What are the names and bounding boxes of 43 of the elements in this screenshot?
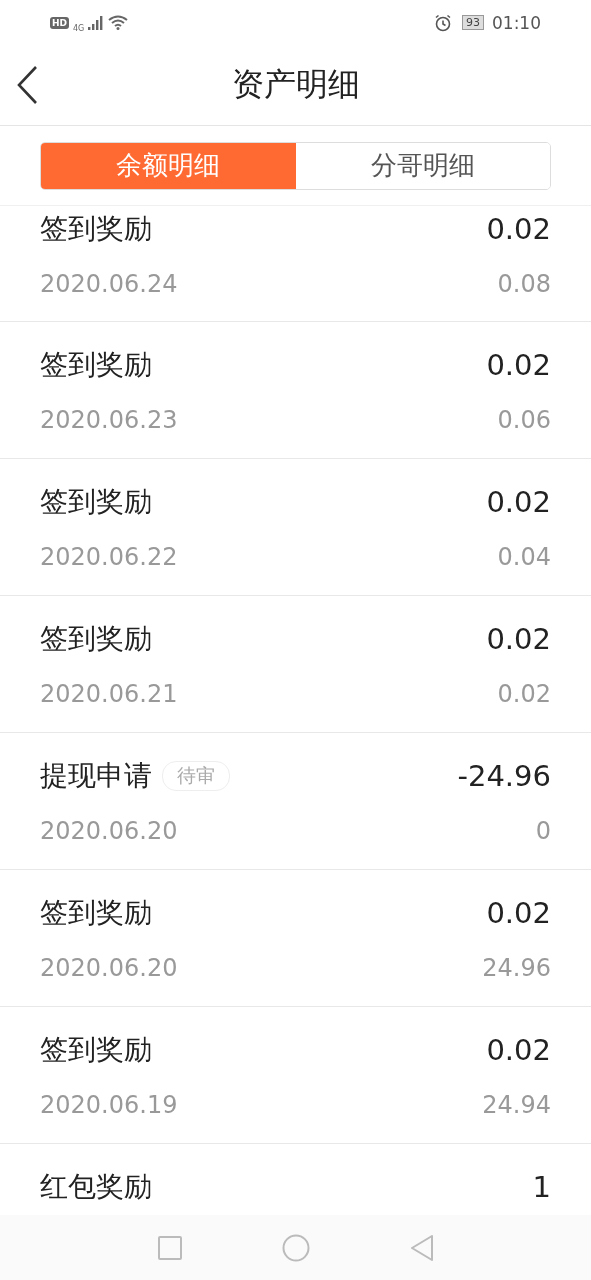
- record-date: 2020.06.19: [40, 1091, 178, 1119]
- signal-icon: [88, 15, 105, 30]
- record-balance: 0.08: [497, 270, 551, 298]
- record-date: 2020.06.20: [40, 954, 178, 982]
- record-balance: 0: [535, 817, 551, 845]
- record-date: 2020.06.23: [40, 406, 178, 434]
- back-button[interactable]: [16, 65, 38, 105]
- record-title: 签到奖励: [40, 484, 152, 520]
- record-balance: 0.02: [497, 680, 551, 708]
- record-title: 签到奖励: [40, 347, 152, 383]
- wifi-icon: [108, 15, 129, 30]
- status-tag: 待审: [162, 761, 230, 791]
- record-title: 签到奖励: [40, 895, 152, 931]
- record-amount: 1: [532, 1170, 551, 1204]
- record-amount: 0.02: [486, 622, 551, 656]
- record-date: 2020.06.24: [40, 270, 178, 298]
- alarm-icon: [434, 13, 452, 32]
- network-label: 4G: [73, 24, 85, 33]
- record-title: 红包奖励: [40, 1169, 152, 1205]
- record-amount: 0.02: [486, 212, 551, 246]
- page-title: 资产明细: [231, 64, 360, 105]
- record-title: 提现申请: [40, 758, 152, 794]
- record-balance: 24.96: [482, 954, 551, 982]
- record-amount: -24.96: [457, 759, 551, 793]
- home-nav-icon[interactable]: [281, 1233, 310, 1262]
- record-date: 2020.06.20: [40, 817, 178, 845]
- record-balance: 24.94: [482, 1091, 551, 1119]
- record-date: 2020.06.22: [40, 543, 178, 571]
- record-title: 签到奖励: [40, 621, 152, 657]
- hd-icon: HD: [50, 16, 69, 29]
- square-nav-icon[interactable]: [157, 1235, 182, 1260]
- record-balance: 0.06: [497, 406, 551, 434]
- record-title: 签到奖励: [40, 1032, 152, 1068]
- record-date: 2020.06.21: [40, 680, 178, 708]
- record-balance: 0.04: [497, 543, 551, 571]
- record-amount: 0.02: [486, 485, 551, 519]
- back-nav-icon[interactable]: [409, 1234, 434, 1261]
- record-amount: 0.02: [486, 1033, 551, 1067]
- record-amount: 0.02: [486, 896, 551, 930]
- battery-indicator: 93: [462, 15, 484, 30]
- clock-time: 01:10: [492, 12, 541, 33]
- record-title: 签到奖励: [40, 211, 152, 247]
- record-amount: 0.02: [486, 348, 551, 382]
